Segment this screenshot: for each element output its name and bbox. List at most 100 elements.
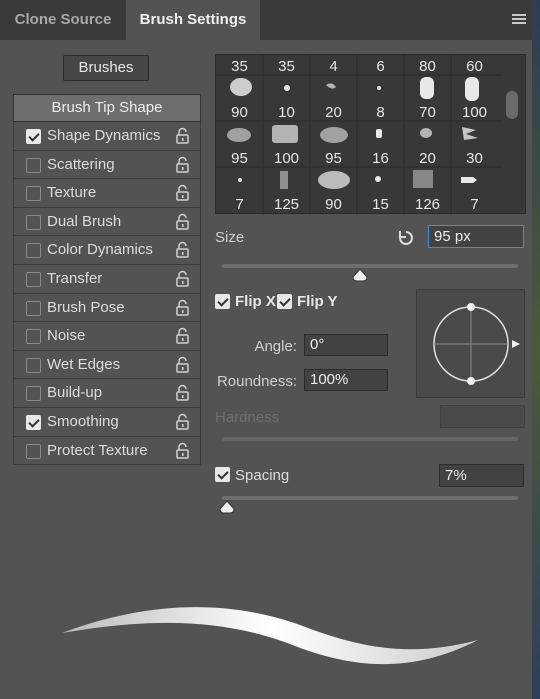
grid-scrollbar-thumb[interactable]	[506, 91, 518, 119]
lock-icon[interactable]	[176, 327, 189, 344]
option-row-protect-texture[interactable]: Protect Texture	[13, 436, 201, 466]
lock-icon[interactable]	[176, 156, 189, 173]
size-label: Size	[215, 229, 245, 246]
spacing-checkbox[interactable]	[215, 467, 230, 482]
lock-icon[interactable]	[176, 184, 189, 201]
option-row-transfer[interactable]: Transfer	[13, 264, 201, 294]
brush-size-label[interactable]: 16	[358, 150, 403, 167]
roundness-input[interactable]: 100%	[304, 369, 388, 391]
lock-icon[interactable]	[176, 299, 189, 316]
option-checkbox[interactable]	[26, 300, 41, 316]
roundness-label: Roundness:	[216, 373, 297, 390]
spacing-label: Spacing	[235, 467, 290, 484]
brush-stroke-preview	[62, 607, 478, 665]
option-checkbox[interactable]	[26, 443, 41, 459]
option-row-wet-edges[interactable]: Wet Edges	[13, 350, 201, 380]
brush-size-label[interactable]: 35	[264, 58, 309, 75]
brush-size-label[interactable]: 10	[264, 104, 309, 121]
tab-clone-source[interactable]: Clone Source	[0, 0, 126, 40]
brush-size-label[interactable]: 70	[405, 104, 450, 121]
flip-y-label: Flip Y	[297, 293, 338, 310]
option-row-dual-brush[interactable]: Dual Brush	[13, 207, 201, 237]
option-row-noise[interactable]: Noise	[13, 322, 201, 351]
brush-size-label[interactable]: 100	[264, 150, 309, 167]
lock-icon[interactable]	[176, 270, 189, 287]
brush-size-label[interactable]: 126	[405, 196, 450, 213]
brush-size-label[interactable]: 7	[452, 196, 497, 213]
option-label: Brush Pose	[47, 298, 125, 316]
lock-icon[interactable]	[176, 384, 189, 402]
option-label: Color Dynamics	[47, 241, 153, 259]
lock-icon[interactable]	[176, 356, 189, 373]
brushes-button[interactable]: Brushes	[63, 55, 149, 81]
size-slider-thumb[interactable]	[352, 268, 368, 282]
reset-size-icon[interactable]	[396, 228, 416, 248]
option-label: Transfer	[47, 269, 103, 287]
option-checkbox[interactable]	[26, 357, 41, 373]
option-row-scattering[interactable]: Scattering	[13, 150, 201, 180]
tab-brush-settings[interactable]: Brush Settings	[126, 0, 260, 40]
flip-x-checkbox[interactable]	[215, 294, 230, 309]
brush-size-label[interactable]: 95	[217, 150, 262, 167]
brush-size-label[interactable]: 20	[405, 150, 450, 167]
option-checkbox[interactable]	[26, 243, 41, 259]
option-label: Dual Brush	[47, 212, 122, 230]
brush-size-label[interactable]: 8	[358, 104, 403, 121]
brush-size-label[interactable]: 30	[452, 150, 497, 167]
hardness-input	[440, 405, 525, 428]
brush-size-label[interactable]: 90	[311, 196, 356, 213]
hardness-slider-track	[222, 437, 518, 441]
panel-menu-icon[interactable]	[512, 14, 526, 25]
option-label: Noise	[47, 327, 86, 345]
flip-y-checkbox[interactable]	[277, 294, 292, 309]
brush-size-label[interactable]: 6	[358, 58, 403, 75]
lock-icon[interactable]	[176, 413, 189, 430]
option-checkbox[interactable]	[26, 386, 41, 402]
brush-size-label[interactable]: 90	[217, 104, 262, 121]
brush-size-label[interactable]: 15	[358, 196, 403, 213]
option-label: Protect Texture	[47, 441, 148, 459]
hardness-label: Hardness	[215, 409, 280, 426]
brush-size-label[interactable]: 100	[452, 104, 497, 121]
brush-size-label[interactable]: 80	[405, 58, 450, 75]
option-row-color-dynamics[interactable]: Color Dynamics	[13, 236, 201, 265]
brush-size-label[interactable]: 4	[311, 58, 356, 75]
option-row-texture[interactable]: Texture	[13, 179, 201, 208]
window-edge	[532, 0, 540, 699]
option-label: Wet Edges	[47, 355, 121, 373]
option-row-smoothing[interactable]: Smoothing	[13, 407, 201, 437]
brush-size-label[interactable]: 125	[264, 196, 309, 213]
tab-bar: Clone Source Brush Settings	[0, 0, 540, 40]
lock-icon[interactable]	[176, 241, 189, 259]
spacing-input[interactable]: 7%	[439, 464, 524, 487]
brush-size-label[interactable]: 7	[217, 196, 262, 213]
lock-icon[interactable]	[176, 213, 189, 230]
option-checkbox[interactable]	[26, 129, 41, 144]
brush-tip-shape-item[interactable]: Brush Tip Shape	[13, 94, 201, 122]
lock-icon[interactable]	[176, 127, 189, 144]
spacing-slider-thumb[interactable]	[219, 500, 235, 514]
brush-size-label[interactable]: 20	[311, 104, 356, 121]
angle-roundness-widget[interactable]	[416, 289, 525, 398]
option-row-shape-dynamics[interactable]: Shape Dynamics	[13, 122, 201, 151]
option-label: Texture	[47, 184, 97, 202]
angle-label: Angle:	[254, 338, 297, 355]
size-slider-track[interactable]	[222, 264, 518, 268]
brush-size-label[interactable]: 95	[311, 150, 356, 167]
option-checkbox[interactable]	[26, 186, 41, 202]
option-checkbox[interactable]	[26, 329, 41, 345]
spacing-slider-track[interactable]	[222, 496, 518, 500]
option-checkbox[interactable]	[26, 157, 41, 173]
brush-size-label[interactable]: 35	[217, 58, 262, 75]
option-row-brush-pose[interactable]: Brush Pose	[13, 293, 201, 323]
size-input[interactable]: 95 px	[428, 225, 524, 248]
brush-options-list: Brush Tip Shape Shape Dynamics Scattering…	[13, 94, 201, 466]
lock-icon[interactable]	[176, 442, 189, 459]
angle-input[interactable]: 0°	[304, 334, 388, 356]
option-checkbox[interactable]	[26, 271, 41, 287]
option-checkbox[interactable]	[26, 414, 41, 430]
brush-size-label[interactable]: 60	[452, 58, 497, 75]
option-row-build-up[interactable]: Build-up	[13, 379, 201, 408]
option-checkbox[interactable]	[26, 214, 41, 230]
option-label: Build-up	[47, 384, 103, 402]
